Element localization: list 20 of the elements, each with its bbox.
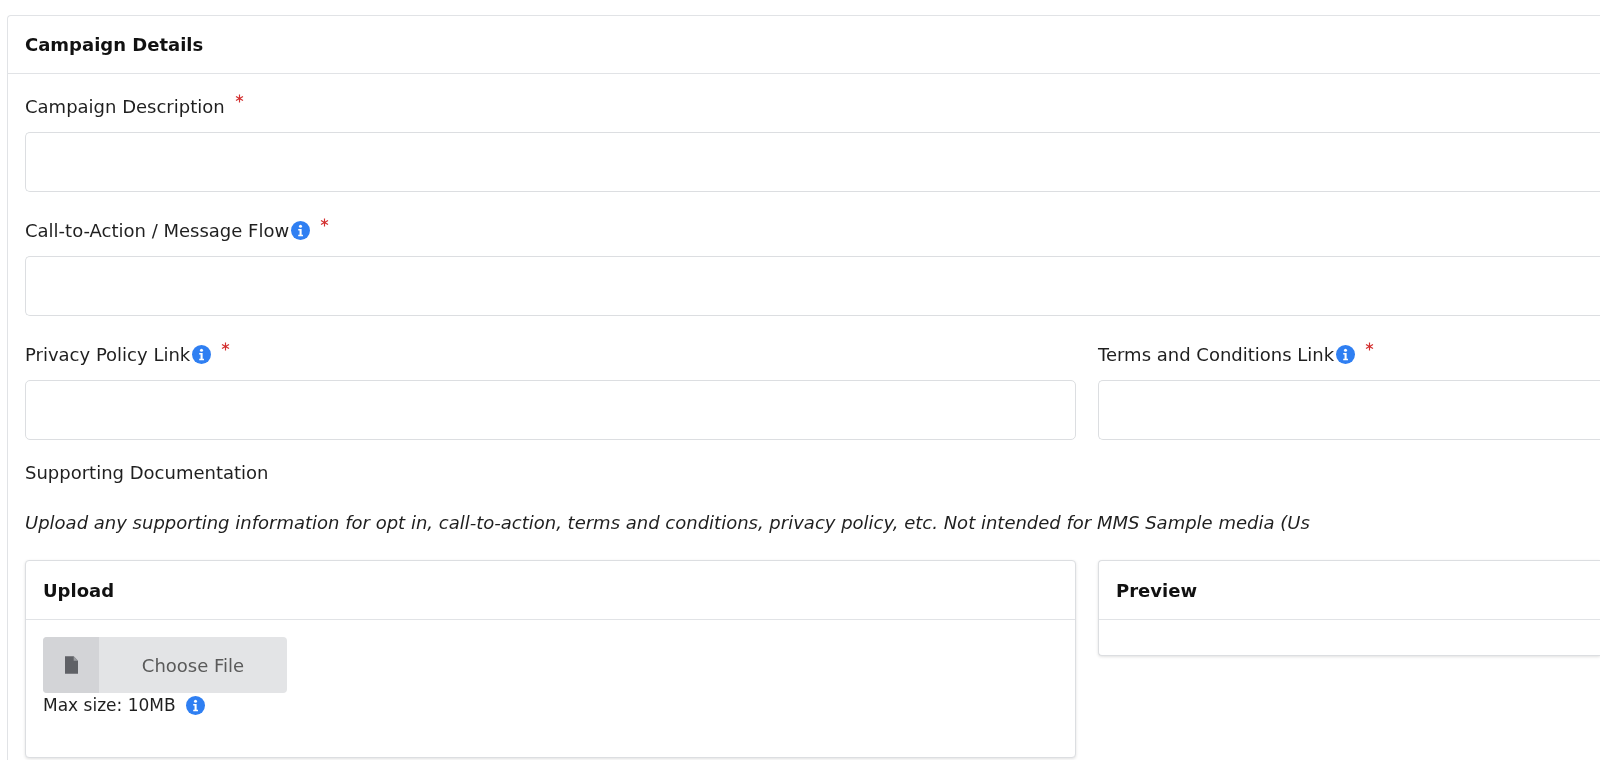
panel-title: Preview: [1116, 579, 1198, 601]
max-size-text: Max size: 10MB: [43, 695, 176, 715]
input-field[interactable]: [25, 380, 1076, 440]
input-field[interactable]: [25, 132, 1600, 192]
field-label: Privacy Policy Link: [25, 343, 191, 365]
field-label: Terms and Conditions Link: [1098, 343, 1335, 365]
section-label: Supporting Documentation: [25, 462, 270, 485]
card-title: Campaign Details: [25, 34, 204, 55]
info-icon[interactable]: [1336, 344, 1356, 364]
field-label: Call-to-Action / Message Flow: [25, 219, 290, 241]
file-icon: [64, 656, 78, 674]
help-text: Upload any supporting information for opt in, call-to-action, terms and conditions, privacy policy, etc. Not intended for MMS Sample media (Us: [25, 512, 1311, 535]
field-label: Campaign Description: [25, 95, 225, 117]
input-field[interactable]: [25, 256, 1600, 316]
info-icon[interactable]: [192, 344, 212, 364]
panel-title: Upload: [43, 579, 115, 601]
info-icon[interactable]: [185, 695, 205, 715]
info-icon[interactable]: [291, 220, 311, 240]
choose-file-button[interactable]: Choose File: [43, 637, 287, 693]
input-field[interactable]: [1098, 380, 1600, 440]
